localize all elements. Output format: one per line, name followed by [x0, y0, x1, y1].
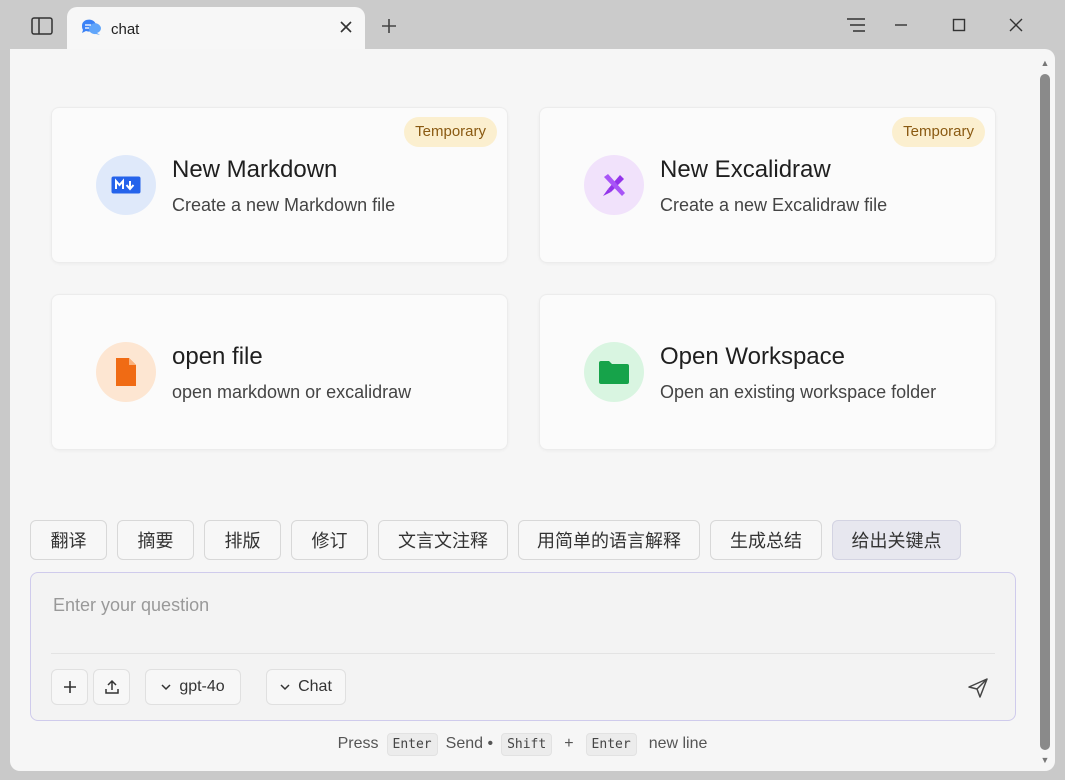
- model-select[interactable]: gpt-4o: [145, 669, 241, 705]
- upload-button[interactable]: [93, 669, 130, 705]
- chat-bubble-icon: [80, 18, 102, 38]
- plus-icon: [63, 681, 76, 693]
- new-markdown-card[interactable]: Temporary New Markdown Create a new Mark…: [51, 107, 508, 263]
- scroll-up-icon[interactable]: ▲: [1040, 58, 1050, 68]
- question-input[interactable]: [51, 589, 995, 621]
- keyboard-hint: Press Enter Send • Shift + Enter new lin…: [10, 731, 1035, 757]
- chip-generate-summary[interactable]: 生成总结: [710, 520, 822, 560]
- temporary-badge: Temporary: [892, 117, 985, 147]
- enter-key: Enter: [386, 732, 438, 756]
- close-window-icon[interactable]: [1005, 14, 1027, 36]
- chip-simple-explain[interactable]: 用简单的语言解释: [518, 520, 700, 560]
- divider: [51, 653, 995, 654]
- chevron-down-icon: [280, 684, 290, 691]
- model-label: gpt-4o: [179, 678, 225, 695]
- markdown-icon: [96, 155, 156, 215]
- scroll-down-icon[interactable]: ▼: [1040, 755, 1050, 765]
- hint-newline: new line: [648, 735, 708, 752]
- enter-key: Enter: [585, 732, 637, 756]
- folder-icon: [584, 342, 644, 402]
- sidebar-toggle-icon[interactable]: [30, 14, 54, 38]
- send-icon[interactable]: [967, 677, 989, 699]
- card-description: open markdown or excalidraw: [172, 382, 412, 402]
- new-tab-icon[interactable]: [378, 15, 400, 37]
- chip-key-points[interactable]: 给出关键点: [832, 520, 961, 560]
- close-tab-icon[interactable]: [337, 18, 355, 36]
- excalidraw-icon: [584, 155, 644, 215]
- chip-format[interactable]: 排版: [204, 520, 281, 560]
- card-title: New Markdown: [172, 156, 338, 183]
- chip-revise[interactable]: 修订: [291, 520, 368, 560]
- add-button[interactable]: [51, 669, 88, 705]
- card-description: Open an existing workspace folder: [660, 382, 937, 402]
- open-workspace-card[interactable]: Open Workspace Open an existing workspac…: [539, 294, 996, 450]
- card-description: Create a new Excalidraw file: [660, 195, 888, 215]
- hint-send: Send •: [445, 735, 494, 752]
- chip-translate[interactable]: 翻译: [30, 520, 107, 560]
- chip-summary[interactable]: 摘要: [117, 520, 194, 560]
- mode-select[interactable]: Chat: [266, 669, 346, 705]
- tab-label: chat: [111, 21, 140, 38]
- card-title: open file: [172, 343, 263, 370]
- chip-classical-notes[interactable]: 文言文注释: [378, 520, 508, 560]
- chat-input-box: gpt-4o Chat: [30, 572, 1016, 721]
- temporary-badge: Temporary: [404, 117, 497, 147]
- chevron-down-icon: [161, 684, 171, 691]
- card-description: Create a new Markdown file: [172, 195, 396, 215]
- main-window: Temporary New Markdown Create a new Mark…: [10, 49, 1055, 771]
- file-icon: [96, 342, 156, 402]
- tab-chat[interactable]: chat: [67, 7, 365, 50]
- card-title: Open Workspace: [660, 343, 845, 370]
- title-bar: chat: [0, 0, 1065, 50]
- hint-plus: +: [564, 735, 574, 752]
- new-excalidraw-card[interactable]: Temporary New Excalidraw Create a new Ex…: [539, 107, 996, 263]
- upload-icon: [104, 679, 119, 694]
- hint-press: Press: [337, 735, 379, 752]
- card-title: New Excalidraw: [660, 156, 831, 183]
- maximize-icon[interactable]: [948, 14, 970, 36]
- minimize-icon[interactable]: [890, 14, 912, 36]
- mode-label: Chat: [298, 678, 332, 695]
- open-file-card[interactable]: open file open markdown or excalidraw: [51, 294, 508, 450]
- scrollbar[interactable]: ▲ ▼: [1037, 56, 1053, 768]
- menu-icon[interactable]: [845, 14, 867, 36]
- shift-key: Shift: [501, 732, 553, 756]
- scroll-thumb[interactable]: [1040, 74, 1050, 750]
